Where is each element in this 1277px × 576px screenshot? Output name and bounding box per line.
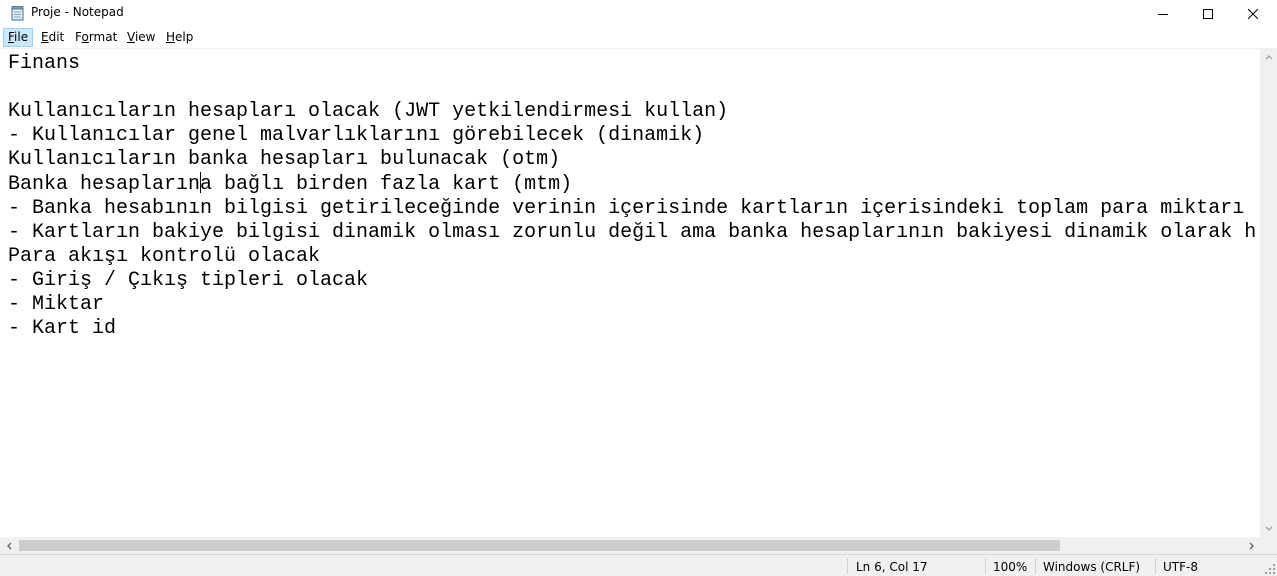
menu-format-mnemonic: o (81, 30, 89, 44)
menu-edit-label: dit (48, 30, 65, 44)
menu-view-label: iew (134, 30, 156, 44)
scroll-left-button[interactable] (0, 537, 17, 554)
horizontal-scrollbar[interactable] (0, 537, 1260, 554)
menu-view[interactable]: View (122, 28, 160, 47)
cursor-position: Ln 6, Col 17 (856, 560, 928, 574)
encoding: UTF-8 (1163, 560, 1198, 574)
status-bar: Ln 6, Col 17 100% Windows (CRLF) UTF-8 (0, 554, 1277, 576)
menu-edit-mnemonic: E (41, 30, 49, 44)
editor-line: Kullanıcıların banka hesapları bulunacak… (8, 148, 561, 171)
zoom-level: 100% (993, 560, 1028, 574)
chevron-down-icon (1265, 526, 1272, 531)
scroll-right-button[interactable] (1243, 537, 1260, 554)
editor-line-after-caret: a bağlı birden fazla kart (mtm) (200, 173, 573, 196)
editor-line: - Kart id (8, 317, 117, 340)
menu-bar: File Edit Format View Help (0, 27, 1277, 48)
editor-line-before-caret: Banka hesapların (8, 173, 201, 196)
editor-line: - Giriş / Çıkış tipleri olacak (8, 269, 369, 292)
menu-help-mnemonic: H (166, 30, 176, 44)
editor-text[interactable]: Finans Kullanıcıların hesapları olacak (… (8, 52, 1256, 341)
close-icon (1248, 8, 1258, 19)
scroll-up-button[interactable] (1260, 48, 1277, 65)
status-separator (1155, 558, 1156, 574)
editor-line: - Banka hesabının bilgisi getirileceğind… (8, 197, 1245, 220)
chevron-right-icon (1249, 542, 1254, 549)
scroll-down-button[interactable] (1260, 520, 1277, 537)
vertical-scrollbar[interactable] (1260, 48, 1277, 537)
chevron-left-icon (6, 542, 11, 549)
notepad-icon (11, 6, 24, 21)
maximize-icon (1203, 8, 1213, 19)
status-separator (985, 558, 986, 574)
window-title: Proje - Notepad (31, 5, 124, 19)
menu-edit[interactable]: Edit (36, 28, 69, 47)
menu-view-mnemonic: V (127, 30, 135, 44)
editor-line: - Miktar (8, 293, 105, 316)
editor-line: Para akışı kontrolü olacak (8, 245, 321, 268)
menu-file[interactable]: File (3, 28, 34, 47)
scrollbar-corner (1260, 537, 1277, 554)
maximize-button[interactable] (1185, 0, 1231, 27)
resize-grip-icon[interactable] (1264, 563, 1276, 575)
editor-line-with-caret: Banka hesaplarına bağlı birden fazla kar… (8, 172, 1256, 197)
text-editor[interactable]: Finans Kullanıcıların hesapları olacak (… (0, 48, 1260, 537)
line-ending: Windows (CRLF) (1043, 560, 1141, 574)
minimize-icon (1158, 13, 1168, 15)
menu-help[interactable]: Help (161, 28, 198, 47)
editor-line: Kullanıcıların hesapları olacak (JWT yet… (8, 100, 729, 123)
title-bar: Proje - Notepad (0, 0, 1277, 27)
menu-file-label: ile (14, 30, 29, 44)
status-separator (847, 558, 848, 574)
menu-help-label: elp (175, 30, 194, 44)
close-button[interactable] (1230, 0, 1276, 27)
status-separator (1035, 558, 1036, 574)
minimize-button[interactable] (1140, 0, 1186, 27)
menu-format-label: rmat (88, 30, 118, 44)
menu-format[interactable]: Format (70, 28, 122, 47)
chevron-up-icon (1265, 54, 1272, 59)
editor-line: - Kullanıcılar genel malvarlıklarını gör… (8, 124, 705, 147)
editor-line: Finans (8, 52, 81, 75)
editor-line: - Kartların bakiye bilgisi dinamik olmas… (8, 221, 1257, 244)
horizontal-scroll-thumb[interactable] (19, 540, 1060, 551)
